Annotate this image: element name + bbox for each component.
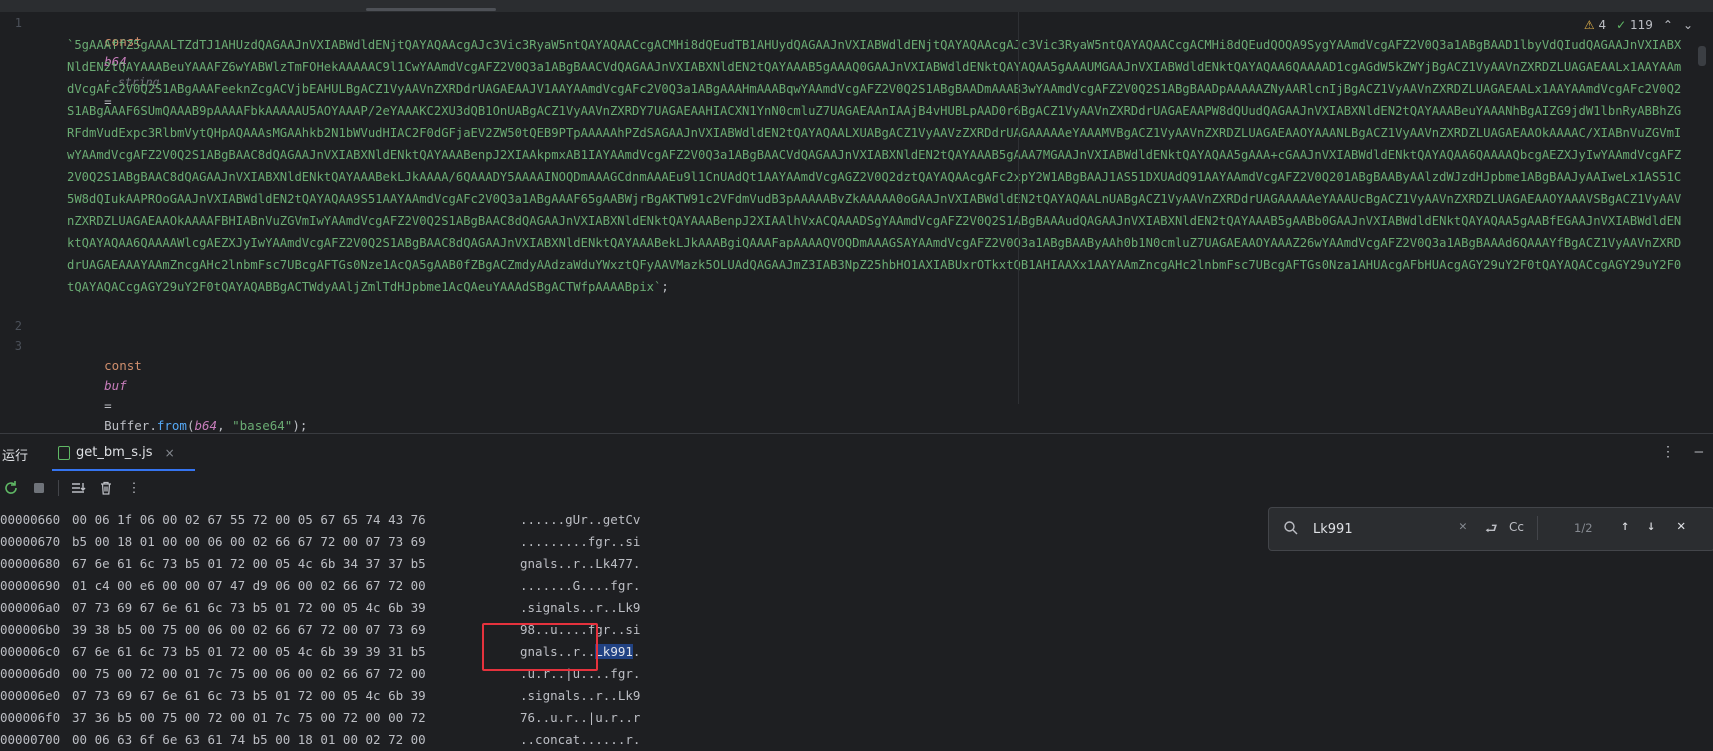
hex-bytes: b5 00 18 01 00 00 06 00 02 66 67 72 00 0… xyxy=(72,534,426,549)
search-input[interactable] xyxy=(1311,518,1465,540)
assign-op: = xyxy=(104,398,112,413)
search-popup[interactable]: ✕ ⮐ Cc 1/2 ↑ ↓ ✕ xyxy=(1268,507,1713,551)
variable-buf: buf xyxy=(104,378,127,393)
base64-string-literal: `5gAAAffZ5gAAALTZdTJ1AHUzdQAGAAJnVXIABWd… xyxy=(67,38,1682,294)
hex-offset: 000006c0 xyxy=(0,644,61,659)
hex-bytes: 67 6e 61 6c 73 b5 01 72 00 05 4c 6b 39 3… xyxy=(72,644,426,659)
hex-offset: 000006d0 xyxy=(0,666,61,681)
more-options-icon[interactable]: ⋮ xyxy=(125,479,143,497)
match-case-toggle[interactable]: Cc xyxy=(1509,520,1524,534)
hex-dump-row: 000006e0 07 73 69 67 6e 61 6c 73 b5 01 72… xyxy=(0,685,640,707)
match-count: 1/2 xyxy=(1574,521,1593,535)
hex-ascii: ......gUr..getCv xyxy=(520,512,641,527)
code-editor[interactable]: 1 2 3 const b64 : string = `5gAAAffZ5gAA… xyxy=(0,12,1713,433)
rerun-icon[interactable] xyxy=(2,479,20,497)
line-number: 1 xyxy=(14,16,22,30)
hex-ascii: ..concat......r. xyxy=(520,732,641,747)
paren-close: ); xyxy=(292,418,308,433)
trash-icon[interactable] xyxy=(97,479,115,497)
hex-ascii: .........fgr..si xyxy=(520,534,641,549)
line-number: 2 xyxy=(14,319,22,333)
editor-scrollbar[interactable] xyxy=(1698,46,1706,66)
warning-count-value: 4 xyxy=(1598,18,1607,32)
hex-offset: 00000690 xyxy=(0,578,61,593)
warning-icon: ⚠ xyxy=(1583,18,1595,32)
clear-search-icon[interactable]: ✕ xyxy=(1459,519,1467,534)
ok-count[interactable]: ✓ 119 xyxy=(1616,18,1653,32)
run-panel-header: 运行 get_bm_s.js × ⋮ — xyxy=(0,433,1713,472)
search-match-highlight: Lk991 xyxy=(595,644,633,659)
close-search-icon[interactable]: ✕ xyxy=(1677,518,1685,534)
hex-ascii: .signals..r..Lk9 xyxy=(520,600,641,615)
code-line-1: const b64 : string = xyxy=(59,12,159,109)
hex-dump-row: 000006f0 37 36 b5 00 75 00 72 00 01 7c 75… xyxy=(0,707,640,729)
hex-dump-row: 00000660 00 06 1f 06 00 02 67 55 72 00 05… xyxy=(0,509,640,531)
hex-dump-row: 00000670 b5 00 18 01 00 00 06 00 02 66 67… xyxy=(0,531,640,553)
next-match-arrow-icon[interactable]: ↓ xyxy=(1647,518,1655,534)
hex-dump-row: 00000690 01 c4 00 e6 00 00 07 47 d9 06 00… xyxy=(0,575,640,597)
hex-offset: 00000680 xyxy=(0,556,61,571)
inspection-widget[interactable]: ⚠ 4 ✓ 119 ⌃ ⌄ xyxy=(1584,18,1693,32)
run-panel-title: 运行 xyxy=(2,449,29,464)
arg-encoding: "base64" xyxy=(232,418,293,433)
hex-ascii: gnals..r..Lk477. xyxy=(520,556,641,571)
tab-label: get_bm_s.js xyxy=(76,445,153,460)
hex-offset: 00000700 xyxy=(0,732,61,747)
new-line-icon[interactable]: ⮐ xyxy=(1485,518,1498,542)
hex-offset: 000006e0 xyxy=(0,688,61,703)
hex-offset: 00000670 xyxy=(0,534,61,549)
hex-bytes: 01 c4 00 e6 00 00 07 47 d9 06 00 02 66 6… xyxy=(72,578,426,593)
arg-b64: b64 xyxy=(194,418,218,433)
hex-bytes: 07 73 69 67 6e 61 6c 73 b5 01 72 00 05 4… xyxy=(72,688,426,703)
more-options-icon[interactable]: ⋮ xyxy=(1661,444,1675,460)
hex-offset: 000006a0 xyxy=(0,600,61,615)
base64-value: 5gAAAffZ5gAAALTZdTJ1AHUzdQAGAAJnVXIABWdl… xyxy=(67,38,1682,294)
line-gutter: 1 2 3 xyxy=(0,12,50,404)
hex-bytes: 37 36 b5 00 75 00 72 00 01 7c 75 00 72 0… xyxy=(72,710,426,725)
chevron-up-icon[interactable]: ⌃ xyxy=(1663,18,1673,32)
close-tab-icon[interactable]: × xyxy=(165,446,175,460)
hex-bytes: 07 73 69 67 6e 61 6c 73 b5 01 72 00 05 4… xyxy=(72,600,426,615)
hex-ascii: .......G....fgr. xyxy=(520,578,641,593)
comma: , xyxy=(217,418,233,433)
dot: . xyxy=(149,418,157,433)
previous-match-arrow-icon[interactable]: ↑ xyxy=(1621,518,1629,534)
scroll-to-end-icon[interactable] xyxy=(69,479,87,497)
hex-offset: 000006b0 xyxy=(0,622,61,637)
nodejs-file-icon xyxy=(58,445,70,460)
line-number: 3 xyxy=(14,339,22,353)
hex-dump-row: 00000700 00 06 63 6f 6e 63 61 74 b5 00 18… xyxy=(0,729,640,751)
hex-bytes: 67 6e 61 6c 73 b5 01 72 00 05 4c 6b 34 3… xyxy=(72,556,426,571)
annotation-highlight-box xyxy=(482,623,598,671)
hex-dump-row: 000006a0 07 73 69 67 6e 61 6c 73 b5 01 72… xyxy=(0,597,640,619)
hex-bytes: 00 06 63 6f 6e 63 61 74 b5 00 18 01 00 0… xyxy=(72,732,426,747)
hex-bytes: 00 75 00 72 00 01 7c 75 00 06 00 02 66 6… xyxy=(72,666,426,681)
run-toolbar: ⋮ xyxy=(0,471,1713,505)
hex-dump-row: 00000680 67 6e 61 6c 73 b5 01 72 00 05 4c… xyxy=(0,553,640,575)
tab-get-bm-s-js[interactable]: get_bm_s.js × xyxy=(52,434,195,471)
warning-count[interactable]: ⚠ 4 xyxy=(1584,18,1606,32)
hex-bytes: 00 06 1f 06 00 02 67 55 72 00 05 67 65 7… xyxy=(72,512,426,527)
buffer-class: Buffer xyxy=(104,418,150,433)
hex-ascii: 76..u.r..|u.r..r xyxy=(520,710,641,725)
search-separator xyxy=(1537,516,1538,540)
stop-icon[interactable] xyxy=(30,479,48,497)
ascii-text: . xyxy=(632,644,641,659)
editor-split-divider[interactable] xyxy=(1018,12,1019,404)
code-line-3: const buf = Buffer.from(b64, "base64"); xyxy=(59,336,307,433)
hex-ascii: .signals..r..Lk9 xyxy=(520,688,641,703)
chevron-down-icon[interactable]: ⌄ xyxy=(1683,18,1693,32)
statement-end: ; xyxy=(661,280,669,294)
minimize-icon[interactable]: — xyxy=(1695,444,1703,460)
scroll-indicator xyxy=(366,8,496,11)
hex-offset: 00000660 xyxy=(0,512,61,527)
toolbar-separator xyxy=(58,480,59,496)
from-method: from xyxy=(156,418,187,433)
keyword: const xyxy=(104,358,142,373)
search-icon[interactable] xyxy=(1283,520,1299,540)
hex-bytes: 39 38 b5 00 75 00 06 00 02 66 67 72 00 0… xyxy=(72,622,426,637)
check-icon: ✓ xyxy=(1616,18,1627,32)
hex-offset: 000006f0 xyxy=(0,710,61,725)
ok-count-value: 119 xyxy=(1629,18,1653,32)
